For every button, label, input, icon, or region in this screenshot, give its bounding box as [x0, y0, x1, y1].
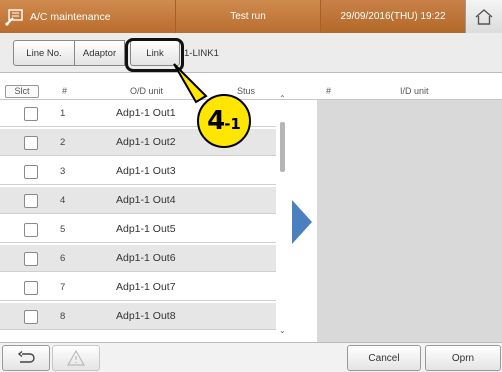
row-number: 3: [60, 166, 66, 177]
row-number: 8: [60, 311, 66, 322]
row-checkbox[interactable]: [24, 223, 38, 237]
operation-button[interactable]: Oprn: [425, 345, 501, 371]
app-title-area: A/C maintenance: [0, 0, 175, 33]
list-item[interactable]: 8 Adp1-1 Out8: [0, 303, 276, 330]
row-checkbox[interactable]: [24, 136, 38, 150]
chevron-up-icon[interactable]: ⌃: [279, 94, 286, 103]
warning-button[interactable]: [52, 345, 100, 371]
row-number: 5: [60, 224, 66, 235]
title-bar: A/C maintenance Test run 29/09/2016(THU)…: [0, 0, 502, 33]
mode-label: Test run: [175, 0, 320, 33]
datetime-display: 29/09/2016(THU) 19:22: [320, 0, 465, 33]
row-unit-name: Adp1-1 Out5: [116, 223, 176, 235]
row-unit-name: Adp1-1 Out6: [116, 252, 176, 264]
cancel-button[interactable]: Cancel: [347, 345, 421, 371]
list-item[interactable]: 6 Adp1-1 Out6: [0, 245, 276, 272]
row-checkbox[interactable]: [24, 165, 38, 179]
row-checkbox[interactable]: [24, 252, 38, 266]
back-button[interactable]: [2, 345, 50, 371]
tab-line-no[interactable]: Line No.: [13, 40, 75, 66]
col-od-unit: O/D unit: [130, 86, 164, 96]
id-unit-panel: [317, 100, 502, 342]
row-number: 7: [60, 282, 66, 293]
row-checkbox[interactable]: [24, 310, 38, 324]
filter-tab-bar: Line No. Adaptor Link 1-LINK1: [0, 33, 502, 73]
col-id-unit: I/D unit: [400, 86, 429, 96]
list-scrollbar[interactable]: ⌃ ⌄: [278, 86, 286, 342]
warning-icon: [67, 350, 85, 366]
home-icon: [475, 8, 493, 25]
list-item[interactable]: 3 Adp1-1 Out3: [0, 158, 276, 185]
row-unit-name: Adp1-1 Out2: [116, 136, 176, 148]
row-checkbox[interactable]: [24, 281, 38, 295]
col-num: #: [62, 86, 68, 96]
row-unit-name: Adp1-1 Out8: [116, 310, 176, 322]
scroll-thumb[interactable]: [280, 122, 285, 172]
col-status: Stus: [237, 86, 256, 96]
col-num-id: #: [326, 86, 332, 96]
back-arrow-icon: [17, 351, 35, 363]
list-item[interactable]: 5 Adp1-1 Out5: [0, 216, 276, 243]
callout-pointer: [173, 63, 208, 104]
maintenance-tool-icon: [0, 0, 30, 33]
row-unit-name: Adp1-1 Out1: [116, 107, 176, 119]
row-unit-name: Adp1-1 Out4: [116, 194, 176, 206]
row-number: 6: [60, 253, 66, 264]
chevron-down-icon[interactable]: ⌄: [279, 326, 286, 335]
select-all-button[interactable]: Slct: [5, 85, 39, 98]
row-number: 4: [60, 195, 66, 206]
row-number: 1: [60, 108, 66, 119]
tab-adaptor[interactable]: Adaptor: [75, 40, 125, 66]
row-unit-name: Adp1-1 Out3: [116, 165, 176, 177]
row-checkbox[interactable]: [24, 194, 38, 208]
list-item[interactable]: 4 Adp1-1 Out4: [0, 187, 276, 214]
row-checkbox[interactable]: [24, 107, 38, 121]
list-item[interactable]: 7 Adp1-1 Out7: [0, 274, 276, 301]
home-button[interactable]: [465, 0, 502, 33]
app-title: A/C maintenance: [30, 10, 111, 23]
row-number: 2: [60, 137, 66, 148]
row-unit-name: Adp1-1 Out7: [116, 281, 176, 293]
footer-bar: Cancel Oprn: [0, 342, 502, 372]
transfer-arrow-icon: [292, 200, 312, 244]
column-header: Slct # O/D unit Stus # I/D unit: [0, 84, 502, 100]
